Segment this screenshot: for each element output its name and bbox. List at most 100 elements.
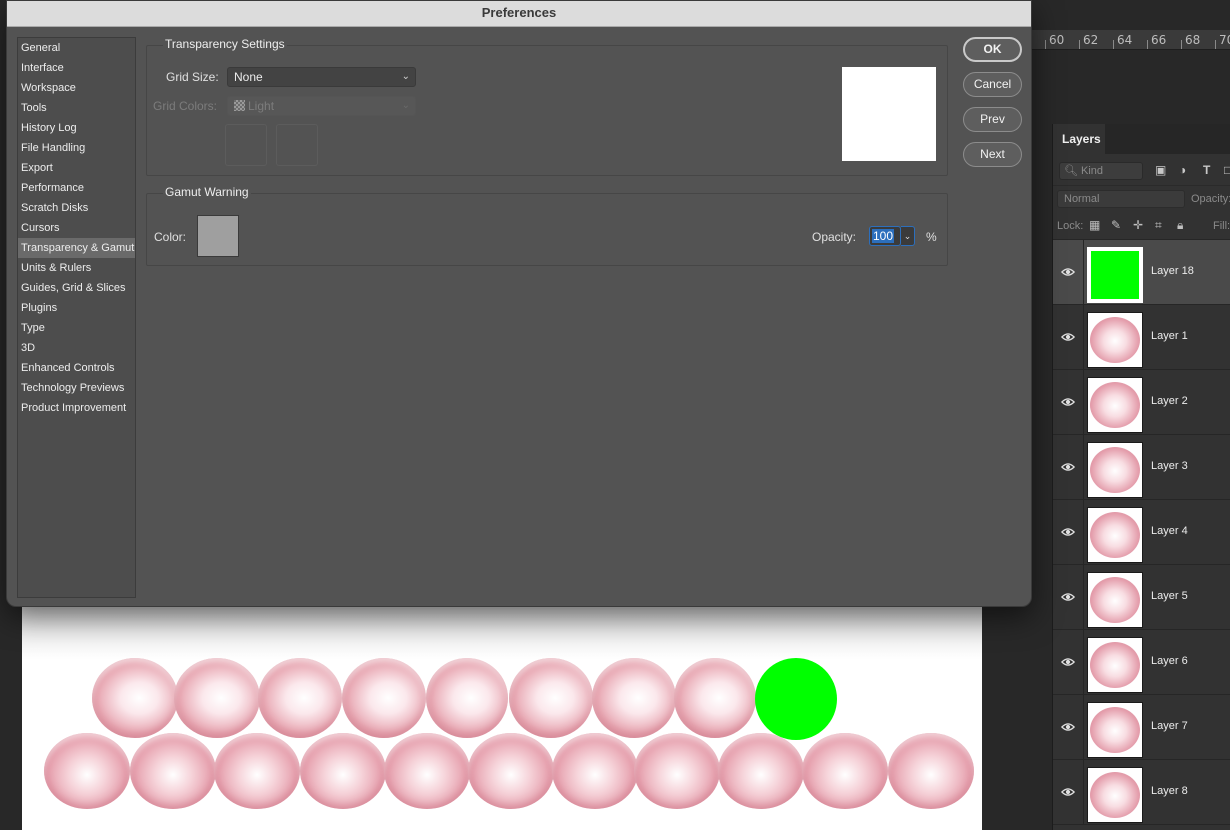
nav-item[interactable]: Guides, Grid & Slices — [18, 278, 135, 298]
eye-icon[interactable] — [1061, 395, 1075, 409]
layer-name: Layer 1 — [1151, 330, 1188, 342]
eye-icon[interactable] — [1061, 265, 1075, 279]
layer-thumbnail[interactable] — [1087, 572, 1143, 628]
layer-row[interactable]: Layer 5 — [1053, 565, 1230, 630]
nav-item[interactable]: Interface — [18, 58, 135, 78]
blend-row: Normal Opacity: — [1053, 186, 1230, 212]
blend-mode-select[interactable]: Normal — [1057, 190, 1185, 208]
layer-thumbnail[interactable] — [1087, 247, 1143, 303]
shape-filter-icon[interactable]: □ — [1224, 163, 1230, 177]
bead-thumb — [1090, 447, 1140, 493]
layer-thumbnail[interactable] — [1087, 442, 1143, 498]
layer-row[interactable]: Layer 8 — [1053, 760, 1230, 825]
chevron-down-icon: ⌄ — [903, 231, 912, 241]
eye-icon[interactable] — [1061, 785, 1075, 799]
eye-icon[interactable] — [1061, 655, 1075, 669]
layer-row[interactable]: Layer 2 — [1053, 370, 1230, 435]
checkerboard-icon — [234, 100, 245, 111]
visibility-divider — [1083, 240, 1084, 305]
type-filter-icon[interactable]: T — [1203, 163, 1210, 177]
ruler-tick-mark — [1045, 40, 1046, 49]
layer-row[interactable]: Layer 7 — [1053, 695, 1230, 760]
nav-item[interactable]: Cursors — [18, 218, 135, 238]
visibility-divider — [1083, 370, 1084, 435]
ok-button[interactable]: OK — [963, 37, 1022, 62]
visibility-divider — [1083, 630, 1084, 695]
lock-all-icon[interactable]: 🔒︎ — [1177, 218, 1183, 233]
layer-thumbnail[interactable] — [1087, 507, 1143, 563]
layer-row[interactable]: Layer 4 — [1053, 500, 1230, 565]
nav-item[interactable]: History Log — [18, 118, 135, 138]
nav-item[interactable]: Tools — [18, 98, 135, 118]
nav-item[interactable]: Plugins — [18, 298, 135, 318]
prev-button[interactable]: Prev — [963, 107, 1022, 132]
image-filter-icon[interactable]: ▣ — [1155, 163, 1166, 177]
adjustment-filter-icon[interactable]: ◑ — [1179, 163, 1186, 177]
document-canvas[interactable] — [22, 600, 982, 830]
lock-artboard-icon[interactable]: ⌗ — [1155, 218, 1162, 233]
layer-row[interactable]: Layer 1 — [1053, 305, 1230, 370]
kind-filter-select[interactable]: 🔍︎ Kind — [1059, 162, 1143, 180]
lock-position-icon[interactable]: ✛ — [1133, 218, 1143, 232]
nav-item[interactable]: Type — [18, 318, 135, 338]
layer-row[interactable]: Layer 18 — [1053, 240, 1230, 305]
ruler-tick-label: 68 — [1185, 33, 1201, 47]
grid-color-swatch-2[interactable] — [276, 124, 318, 166]
opacity-dropdown-button[interactable]: ⌄ — [901, 226, 915, 246]
visibility-divider — [1083, 500, 1084, 565]
pink-bead — [44, 733, 130, 809]
grid-size-label: Grid Size: — [166, 70, 219, 84]
chevron-down-icon: ⌄ — [401, 100, 410, 111]
layer-opacity-label: Opacity: — [1191, 193, 1230, 205]
ruler-tick-label: 66 — [1151, 33, 1167, 47]
nav-item[interactable]: Workspace — [18, 78, 135, 98]
pink-bead — [592, 658, 676, 738]
eye-icon[interactable] — [1061, 590, 1075, 604]
layer-thumbnail[interactable] — [1087, 637, 1143, 693]
nav-item[interactable]: Enhanced Controls — [18, 358, 135, 378]
pink-bead — [888, 733, 974, 809]
nav-item[interactable]: 3D — [18, 338, 135, 358]
ruler-tick-mark — [1113, 40, 1114, 49]
layer-thumbnail[interactable] — [1087, 312, 1143, 368]
eye-icon[interactable] — [1061, 525, 1075, 539]
eye-icon[interactable] — [1061, 460, 1075, 474]
layer-thumbnail[interactable] — [1087, 377, 1143, 433]
pink-bead — [718, 733, 804, 809]
layer-thumbnail[interactable] — [1087, 767, 1143, 823]
visibility-divider — [1083, 760, 1084, 825]
grid-colors-value: Light — [248, 99, 275, 113]
lock-transparent-icon[interactable]: ▦ — [1089, 218, 1100, 232]
nav-item[interactable]: General — [18, 38, 135, 58]
cancel-button[interactable]: Cancel — [963, 72, 1022, 97]
layers-tab[interactable]: Layers — [1053, 124, 1105, 154]
lock-label: Lock: — [1057, 220, 1084, 232]
nav-item[interactable]: Technology Previews — [18, 378, 135, 398]
grid-size-select[interactable]: None ⌄ — [227, 67, 416, 87]
nav-item[interactable]: Product Improvement — [18, 398, 135, 418]
pink-bead — [426, 658, 508, 738]
canvas-shadow — [22, 600, 982, 660]
nav-item[interactable]: File Handling — [18, 138, 135, 158]
eye-icon[interactable] — [1061, 330, 1075, 344]
layer-name: Layer 6 — [1151, 655, 1188, 667]
eye-icon[interactable] — [1061, 720, 1075, 734]
layer-row[interactable]: Layer 6 — [1053, 630, 1230, 695]
bead-thumb — [1090, 512, 1140, 558]
nav-item[interactable]: Units & Rulers — [18, 258, 135, 278]
ruler-tick-label: 64 — [1117, 33, 1133, 47]
gamut-color-swatch[interactable] — [197, 215, 239, 257]
gamut-color-label: Color: — [154, 230, 187, 244]
nav-item[interactable]: Performance — [18, 178, 135, 198]
grid-color-swatch-1[interactable] — [225, 124, 267, 166]
lock-paint-icon[interactable]: ✎ — [1111, 218, 1121, 232]
nav-item[interactable]: Scratch Disks — [18, 198, 135, 218]
nav-item[interactable]: Export — [18, 158, 135, 178]
grid-colors-select[interactable]: Light ⌄ — [227, 96, 416, 116]
next-button[interactable]: Next — [963, 142, 1022, 167]
layer-row[interactable]: Layer 3 — [1053, 435, 1230, 500]
visibility-divider — [1083, 435, 1084, 500]
nav-item[interactable]: Transparency & Gamut — [18, 238, 135, 258]
gamut-opacity-input[interactable]: 100 — [869, 226, 901, 246]
layer-thumbnail[interactable] — [1087, 702, 1143, 758]
